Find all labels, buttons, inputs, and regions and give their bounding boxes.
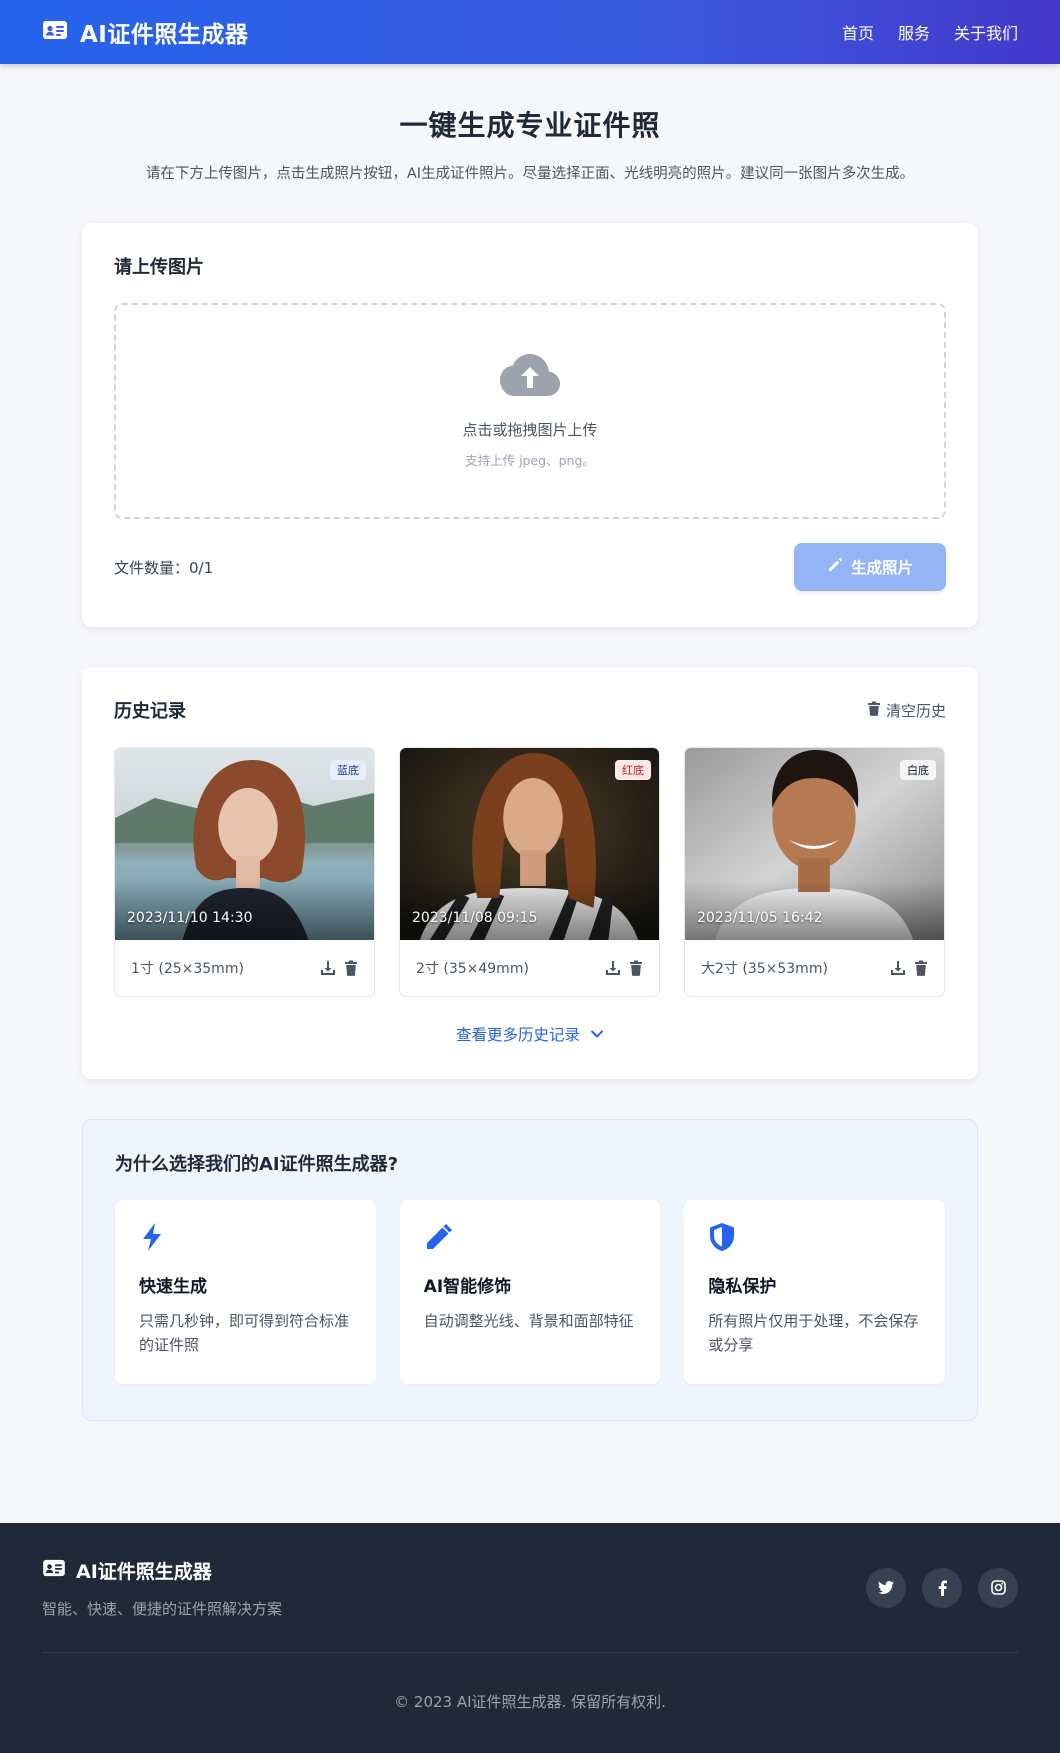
copyright: © 2023 AI证件照生成器. 保留所有权利. bbox=[394, 1693, 666, 1711]
photo-size: 大2寸 (35×53mm) bbox=[701, 961, 828, 977]
generate-label: 生成照片 bbox=[850, 559, 913, 577]
delete-icon[interactable] bbox=[344, 960, 358, 976]
clear-history-label: 清空历史 bbox=[885, 701, 946, 720]
history-header: 历史记录 清空历史 bbox=[114, 697, 946, 723]
nav-home[interactable]: 首页 bbox=[842, 20, 874, 44]
page-subtitle: 请在下方上传图片，点击生成照片按钮，AI生成证件照片。尽量选择正面、光线明亮的照… bbox=[145, 166, 915, 182]
app-title: AI证件照生成器 bbox=[80, 22, 249, 48]
generate-photo-button[interactable]: 生成照片 bbox=[794, 543, 946, 591]
footer-title: AI证件照生成器 bbox=[76, 1560, 212, 1583]
magic-wand-icon bbox=[424, 1224, 454, 1256]
page-title: 一键生成专业证件照 bbox=[399, 109, 661, 142]
file-count: 文件数量：0/1 bbox=[114, 558, 214, 577]
twitter-icon[interactable] bbox=[866, 1567, 906, 1608]
hero: 一键生成专业证件照 请在下方上传图片，点击生成照片按钮，AI生成证件照片。尽量选… bbox=[0, 64, 1060, 183]
delete-icon[interactable] bbox=[629, 960, 643, 976]
upload-dropzone[interactable]: 点击或拖拽图片上传 支持上传 jpeg、png。 bbox=[114, 303, 946, 519]
history-card: 历史记录 清空历史 蓝底 2023/11/10 14:30 1寸 (25×35m… bbox=[82, 667, 978, 1079]
history-item[interactable]: 红底 2023/11/08 09:15 2寸 (35×49mm) bbox=[399, 747, 660, 997]
brand[interactable]: AI证件照生成器 bbox=[42, 15, 248, 49]
history-photo[interactable]: 蓝底 2023/11/10 14:30 bbox=[115, 748, 374, 940]
background-badge: 红底 bbox=[615, 760, 651, 780]
background-badge: 白底 bbox=[900, 760, 936, 780]
cloud-upload-icon bbox=[499, 353, 561, 401]
delete-icon[interactable] bbox=[914, 960, 928, 976]
social-links bbox=[866, 1567, 1018, 1608]
history-meta: 大2寸 (35×53mm) bbox=[685, 940, 944, 996]
facebook-icon[interactable] bbox=[922, 1567, 962, 1608]
history-actions bbox=[320, 960, 358, 976]
history-meta: 2寸 (35×49mm) bbox=[400, 940, 659, 996]
dropzone-formats: 支持上传 jpeg、png。 bbox=[465, 453, 595, 468]
feature-card: AI智能修饰 自动调整光线、背景和面部特征 bbox=[399, 1200, 661, 1384]
top-navbar: AI证件照生成器 首页 服务 关于我们 bbox=[0, 0, 1060, 64]
history-date: 2023/11/05 16:42 bbox=[697, 910, 823, 926]
history-meta: 1寸 (25×35mm) bbox=[115, 940, 374, 996]
download-icon[interactable] bbox=[320, 960, 336, 976]
footer-top: AI证件照生成器 智能、快速、便捷的证件照解决方案 bbox=[42, 1523, 1018, 1653]
trash-icon bbox=[867, 701, 881, 720]
view-more-label: 查看更多历史记录 bbox=[455, 1026, 580, 1044]
main-nav: 首页 服务 关于我们 bbox=[842, 20, 1018, 44]
history-grid: 蓝底 2023/11/10 14:30 1寸 (25×35mm) 红底 2023… bbox=[114, 747, 946, 997]
upload-footer: 文件数量：0/1 生成照片 bbox=[114, 543, 946, 591]
shield-icon bbox=[708, 1223, 736, 1256]
clear-history-button[interactable]: 清空历史 bbox=[867, 700, 946, 721]
id-card-icon bbox=[42, 20, 68, 44]
features-title: 为什么选择我们的AI证件照生成器? bbox=[115, 1154, 399, 1175]
feature-card: 快速生成 只需几秒钟，即可得到符合标准的证件照 bbox=[115, 1200, 376, 1384]
dropzone-hint: 点击或拖拽图片上传 bbox=[462, 421, 598, 439]
history-actions bbox=[605, 960, 643, 976]
background-badge: 蓝底 bbox=[330, 760, 366, 780]
photo-size: 2寸 (35×49mm) bbox=[416, 961, 529, 977]
features-grid: 快速生成 只需几秒钟，即可得到符合标准的证件照 AI智能修饰 自动调整光线、背景… bbox=[115, 1200, 946, 1384]
history-photo[interactable]: 白底 2023/11/05 16:42 bbox=[685, 748, 944, 940]
footer-brand-block: AI证件照生成器 智能、快速、便捷的证件照解决方案 bbox=[42, 1557, 282, 1619]
instagram-icon[interactable] bbox=[978, 1567, 1018, 1608]
pencil-icon bbox=[827, 557, 843, 577]
bolt-icon bbox=[139, 1223, 165, 1256]
history-item[interactable]: 白底 2023/11/05 16:42 大2寸 (35×53mm) bbox=[684, 747, 945, 997]
view-more-history-link[interactable]: 查看更多历史记录 bbox=[114, 1023, 946, 1045]
nav-services[interactable]: 服务 bbox=[898, 20, 930, 44]
history-title: 历史记录 bbox=[114, 701, 186, 722]
feature-title: AI智能修饰 bbox=[423, 1277, 512, 1297]
footer-brand: AI证件照生成器 bbox=[42, 1557, 282, 1584]
history-item[interactable]: 蓝底 2023/11/10 14:30 1寸 (25×35mm) bbox=[114, 747, 375, 997]
feature-card: 隐私保护 所有照片仅用于处理，不会保存或分享 bbox=[684, 1200, 946, 1384]
feature-title: 隐私保护 bbox=[708, 1277, 777, 1297]
feature-desc: 所有照片仅用于处理，不会保存或分享 bbox=[708, 1312, 919, 1354]
history-actions bbox=[890, 960, 928, 976]
download-icon[interactable] bbox=[605, 960, 621, 976]
footer-tagline: 智能、快速、便捷的证件照解决方案 bbox=[42, 1599, 283, 1618]
features-section: 为什么选择我们的AI证件照生成器? 快速生成 只需几秒钟，即可得到符合标准的证件… bbox=[82, 1119, 978, 1421]
download-icon[interactable] bbox=[890, 960, 906, 976]
main-content: 请上传图片 点击或拖拽图片上传 支持上传 jpeg、png。 文件数量：0/1 bbox=[82, 223, 978, 1421]
upload-title: 请上传图片 bbox=[114, 257, 204, 278]
feature-desc: 只需几秒钟，即可得到符合标准的证件照 bbox=[139, 1312, 350, 1354]
history-date: 2023/11/10 14:30 bbox=[127, 910, 253, 926]
history-date: 2023/11/08 09:15 bbox=[412, 910, 538, 926]
chevron-down-icon bbox=[590, 1025, 604, 1043]
footer: AI证件照生成器 智能、快速、便捷的证件照解决方案 © 2023 AI证件照生成… bbox=[0, 1523, 1060, 1753]
history-photo[interactable]: 红底 2023/11/08 09:15 bbox=[400, 748, 659, 940]
feature-desc: 自动调整光线、背景和面部特征 bbox=[423, 1312, 634, 1330]
nav-about[interactable]: 关于我们 bbox=[954, 20, 1018, 44]
feature-title: 快速生成 bbox=[139, 1277, 207, 1297]
photo-size: 1寸 (25×35mm) bbox=[131, 961, 244, 977]
id-card-icon bbox=[42, 1559, 66, 1581]
upload-card: 请上传图片 点击或拖拽图片上传 支持上传 jpeg、png。 文件数量：0/1 bbox=[82, 223, 978, 627]
